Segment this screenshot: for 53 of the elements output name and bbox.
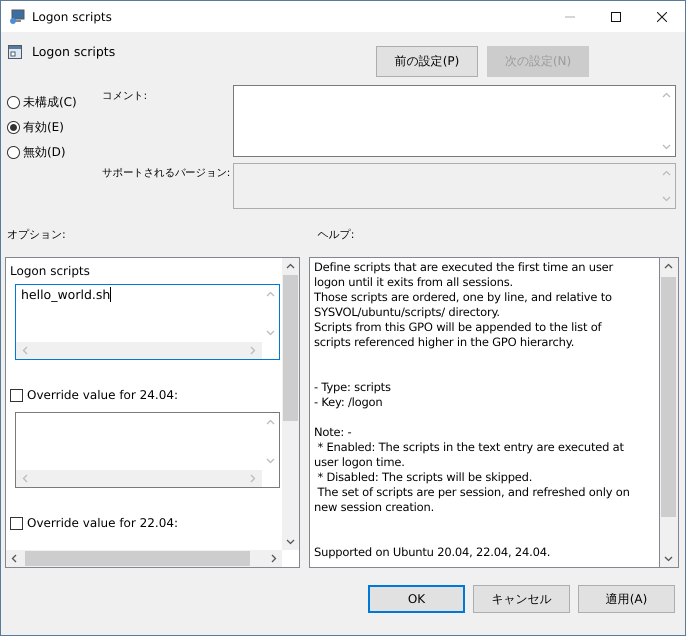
nav-button[interactable]: 前の設定(P) [376, 46, 478, 77]
help-text: scripts referenced higher in the GPO hierarchy. [314, 335, 576, 350]
help-text: Scripts from this GPO will be appended to the list of [314, 320, 603, 335]
scroll-up-icon[interactable] [286, 262, 295, 271]
help-text: - Key: /logon [314, 395, 384, 410]
scroll-down-icon[interactable] [286, 537, 295, 546]
supported-label: サポートされるバージョン: [102, 166, 231, 180]
override-checkbox[interactable]: Override value for 22.04: [10, 516, 282, 530]
radio-button[interactable] [7, 96, 20, 109]
help-text: * Enabled: The scripts in the text entry are executed at [316, 440, 625, 455]
maximize-icon[interactable] [611, 12, 621, 22]
help-text: new session creation. [314, 500, 436, 515]
help-text: * Disabled: The scripts will be skipped. [316, 470, 534, 485]
help-text: SYSVOL/ubuntu/scripts/ directory. [314, 305, 501, 320]
scroll-up-icon[interactable] [664, 262, 673, 271]
dialog-button[interactable]: 適用(A) [578, 585, 675, 613]
window-title: Logon scripts [32, 10, 112, 24]
policy-icon [7, 44, 23, 60]
scroll-left-icon[interactable] [10, 554, 19, 563]
setting-title: Logon scripts [32, 44, 116, 59]
radio-option[interactable]: 有効(E) [7, 119, 102, 136]
checkbox[interactable] [10, 516, 23, 530]
help-text: - Type: scripts [314, 380, 392, 395]
scroll-thumb[interactable] [661, 277, 676, 517]
help-text: The set of scripts are per session, and refreshed only on [316, 485, 631, 500]
help-text: Those scripts are ordered, one by line, and relative to [314, 290, 613, 305]
help-text: user logon time. [314, 455, 406, 470]
help-heading: ヘルプ: [316, 227, 354, 243]
radio-button[interactable] [7, 146, 20, 159]
checkbox[interactable] [10, 388, 23, 402]
close-icon[interactable] [657, 12, 667, 22]
radio-option[interactable]: 無効(D) [7, 144, 102, 161]
scroll-thumb[interactable] [25, 551, 250, 566]
text-cursor [110, 287, 112, 302]
scroll-right-icon[interactable] [269, 554, 278, 563]
option-label: Logon scripts [10, 264, 91, 278]
override-checkbox[interactable]: Override value for 24.04: [10, 388, 282, 402]
help-text: Define scripts that are executed the first time an user [314, 260, 614, 275]
dialog-button[interactable]: OK [368, 585, 465, 613]
scroll-down-icon[interactable] [664, 554, 673, 563]
radio-option[interactable]: 未構成(C) [7, 94, 102, 111]
horizontal-scrollbar[interactable] [6, 550, 282, 567]
help-text: logon until it exits from all sessions. [314, 275, 514, 290]
help-text: Note: - [314, 425, 353, 440]
radio-button[interactable] [7, 121, 20, 134]
dialog-button[interactable]: キャンセル [473, 585, 570, 613]
options-heading: オプション: [6, 227, 66, 243]
help-text: Supported on Ubuntu 20.04, 22.04, 24.04. [314, 545, 552, 560]
vertical-scrollbar[interactable] [282, 258, 299, 550]
computer-icon [9, 8, 25, 24]
field-value: hello_world.sh [21, 287, 110, 302]
scroll-thumb[interactable] [283, 275, 298, 421]
comment-label: コメント: [102, 89, 148, 103]
